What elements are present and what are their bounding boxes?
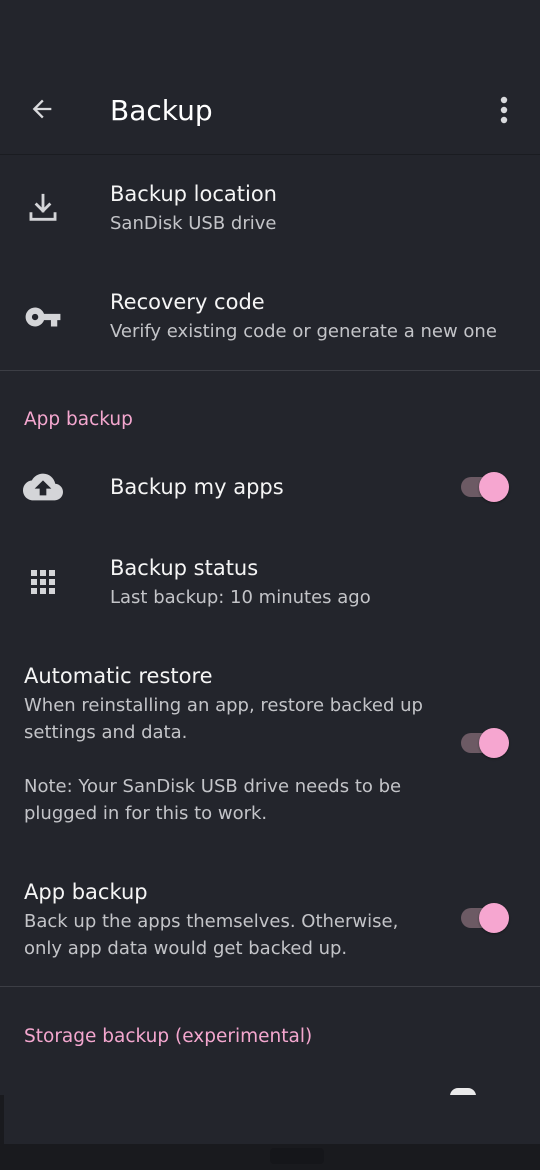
cloud-upload-icon — [22, 466, 64, 508]
gesture-handle[interactable] — [270, 1148, 324, 1164]
key-icon — [22, 296, 64, 338]
bottom-panel — [4, 1095, 540, 1144]
backup-my-apps-title: Backup my apps — [110, 475, 284, 499]
toggle-thumb — [479, 472, 509, 502]
backup-status-title: Backup status — [110, 556, 259, 580]
apps-grid-icon — [22, 561, 64, 603]
section-header-storage-backup: Storage backup (experimental) — [24, 1026, 313, 1047]
backup-location-row[interactable]: Backup location SanDisk USB drive — [0, 156, 540, 262]
more-options-button[interactable] — [482, 86, 526, 134]
backup-location-subtitle: SanDisk USB drive — [110, 213, 277, 234]
backup-status-row[interactable]: Backup status Last backup: 10 minutes ag… — [0, 530, 540, 636]
back-button[interactable] — [18, 85, 66, 133]
automatic-restore-desc-line1: When reinstalling an app, restore backed… — [24, 695, 423, 716]
more-vert-icon — [500, 96, 508, 124]
divider — [0, 986, 540, 987]
automatic-restore-note-line2: plugged in for this to work. — [24, 803, 268, 824]
arrow-back-icon — [32, 99, 52, 119]
divider — [0, 370, 540, 371]
automatic-restore-note-line1: Note: Your SanDisk USB drive needs to be — [24, 776, 402, 797]
automatic-restore-row[interactable]: Automatic restore When reinstalling an a… — [0, 650, 540, 846]
page-title: Backup — [110, 94, 213, 127]
toggle-thumb — [479, 728, 509, 758]
app-backup-row[interactable]: App backup Back up the apps themselves. … — [0, 866, 540, 984]
backup-location-title: Backup location — [110, 182, 277, 206]
recovery-code-row[interactable]: Recovery code Verify existing code or ge… — [0, 264, 540, 370]
app-backup-desc-line2: only app data would get backed up. — [24, 938, 348, 959]
automatic-restore-desc-line2: settings and data. — [24, 722, 188, 743]
backup-settings-screen: Backup Backup location SanDisk USB drive… — [0, 0, 540, 1170]
backup-my-apps-row[interactable]: Backup my apps — [0, 446, 540, 528]
app-bar: Backup — [0, 60, 540, 155]
section-header-app-backup: App backup — [24, 409, 133, 430]
app-backup-toggle[interactable] — [459, 900, 513, 936]
app-backup-desc-line1: Back up the apps themselves. Otherwise, — [24, 911, 399, 932]
recovery-code-title: Recovery code — [110, 290, 265, 314]
toggle-thumb — [479, 903, 509, 933]
backup-status-subtitle: Last backup: 10 minutes ago — [110, 587, 371, 608]
automatic-restore-toggle[interactable] — [459, 725, 513, 761]
automatic-restore-title: Automatic restore — [24, 664, 213, 688]
status-bar — [0, 0, 540, 60]
app-backup-title: App backup — [24, 880, 148, 904]
recovery-code-subtitle: Verify existing code or generate a new o… — [110, 321, 497, 342]
backup-my-apps-toggle[interactable] — [459, 469, 513, 505]
download-icon — [22, 187, 64, 229]
